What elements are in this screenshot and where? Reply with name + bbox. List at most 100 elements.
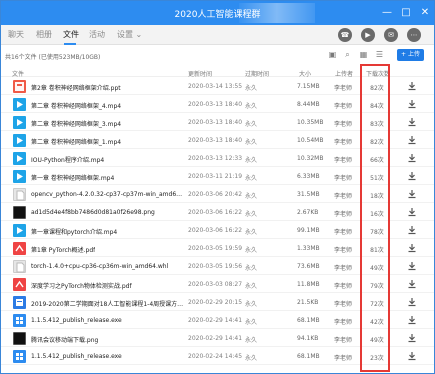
tab-bar: 聊天 相册 文件 活动 设置 ⌄ ☎ ▶ ✉ ⋯ [1, 25, 434, 45]
mp4-file-icon [13, 98, 26, 111]
file-size: 21.5KB [297, 299, 319, 306]
file-name[interactable]: 第二章 卷积神经网络框架_3.mp4 [31, 119, 121, 128]
file-name[interactable]: 2019-2020第二学期面对18人工智能课程1-4周授课方案.doc [31, 299, 184, 308]
file-updated-time: 2020-03-06 16:22 [188, 209, 243, 216]
ppt-file-icon [13, 80, 26, 93]
pdf-file-icon [13, 242, 26, 255]
file-name[interactable]: 第二章 卷积神经网络框架_1.mp4 [31, 137, 121, 146]
file-uploader: 李老师 [334, 337, 353, 344]
doc-file-icon [13, 296, 26, 309]
download-icon[interactable] [407, 207, 417, 217]
video-icon[interactable]: ▶ [361, 28, 375, 42]
file-size: 68.1MB [297, 353, 320, 360]
file-expiry: 永久 [245, 355, 258, 362]
maximize-button[interactable]: □ [398, 5, 414, 21]
file-expiry: 永久 [245, 193, 258, 200]
file-name[interactable]: 第2章 卷积神经网络框架介绍.ppt [31, 83, 121, 92]
file-uploader: 李老师 [334, 193, 353, 200]
file-size: 8.44MB [297, 101, 320, 108]
file-name[interactable]: torch-1.4.0+cpu-cp36-cp36m-win_amd64.whl [31, 263, 168, 270]
file-updated-time: 2020-03-11 21:19 [188, 173, 243, 180]
file-size: 6.33MB [297, 173, 320, 180]
file-updated-time: 2020-03-13 12:33 [188, 155, 243, 162]
download-icon[interactable] [407, 351, 417, 361]
file-name[interactable]: 1.1.5.412_publish_release.exe [31, 353, 122, 360]
file-size: 1.33MB [297, 245, 320, 252]
download-icon[interactable] [407, 225, 417, 235]
download-icon[interactable] [407, 189, 417, 199]
file-size: 99.1MB [297, 227, 320, 234]
file-name[interactable]: 第二章 卷积神经网络框架_4.mp4 [31, 101, 121, 110]
exe-file-icon [13, 350, 26, 363]
tab-activities[interactable]: 活动 [89, 29, 105, 40]
upload-button[interactable]: + 上传 [397, 49, 424, 61]
tab-files[interactable]: 文件 [63, 29, 79, 40]
file-updated-time: 2020-03-05 19:56 [188, 263, 243, 270]
file-expiry: 永久 [245, 139, 258, 146]
file-uploader: 李老师 [334, 175, 353, 182]
download-icon[interactable] [407, 99, 417, 109]
file-name[interactable]: 第一章 卷积神经网络框架.mp4 [31, 173, 114, 182]
folder-icon[interactable]: ▣ [326, 48, 339, 61]
file-uploader: 李老师 [334, 301, 353, 308]
file-name[interactable]: 腾讯会议移动端下载.png [31, 335, 98, 344]
download-icon[interactable] [407, 333, 417, 343]
file-name[interactable]: 第1章 PyTorch概述.pdf [31, 245, 95, 254]
file-size: 7.15MB [297, 83, 320, 90]
storage-summary: 共16个文件 (已使用523MB/10GB) [5, 54, 101, 61]
download-count-highlight [360, 64, 390, 372]
download-icon[interactable] [407, 81, 417, 91]
file-size: 94.1KB [297, 335, 319, 342]
file-expiry: 永久 [245, 175, 258, 182]
close-button[interactable]: ✕ [417, 5, 433, 21]
file-name[interactable]: 第一章课程和pytorch介绍.mp4 [31, 227, 117, 236]
file-updated-time: 2020-03-03 08:27 [188, 281, 243, 288]
file-updated-time: 2020-03-13 18:40 [188, 137, 243, 144]
download-icon[interactable] [407, 297, 417, 307]
download-icon[interactable] [407, 261, 417, 271]
phone-icon[interactable]: ☎ [338, 28, 352, 42]
download-icon[interactable] [407, 279, 417, 289]
file-name[interactable]: IOU-Python程序介绍.mp4 [31, 155, 104, 164]
file-size: 68.1MB [297, 317, 320, 324]
download-icon[interactable] [407, 153, 417, 163]
more-icon[interactable]: ⋯ [407, 28, 421, 42]
tab-settings[interactable]: 设置 ⌄ [117, 29, 142, 40]
search-icon[interactable]: ⌕ [341, 48, 354, 61]
file-name[interactable]: 1.1.5.412_publish_release.exe [31, 317, 122, 324]
file-name[interactable]: ad1d5d4e4f8bb7486d0d81a0f26e98.png [31, 209, 155, 216]
file-size: 10.35MB [297, 119, 324, 126]
file-uploader: 李老师 [334, 211, 353, 218]
file-name[interactable]: opencv_python-4.2.0.32-cp37-cp37m-win_am… [31, 191, 184, 198]
file-uploader: 李老师 [334, 103, 353, 110]
file-uploader: 李老师 [334, 283, 353, 290]
file-expiry: 永久 [245, 85, 258, 92]
download-icon[interactable] [407, 315, 417, 325]
exe-file-icon [13, 314, 26, 327]
grid-icon[interactable]: ▦ [357, 48, 370, 61]
tab-chat[interactable]: 聊天 [8, 29, 24, 40]
file-updated-time: 2020-02-29 14:41 [188, 317, 243, 324]
file-updated-time: 2020-03-05 19:59 [188, 245, 243, 252]
file-size: 2.67KB [297, 209, 319, 216]
chat-icon[interactable]: ✉ [384, 28, 398, 42]
download-icon[interactable] [407, 135, 417, 145]
file-expiry: 永久 [245, 247, 258, 254]
file-expiry: 永久 [245, 229, 258, 236]
download-icon[interactable] [407, 117, 417, 127]
pdf-file-icon [13, 278, 26, 291]
file-size: 10.54MB [297, 137, 324, 144]
minimize-button[interactable]: — [379, 5, 395, 21]
file-expiry: 永久 [245, 121, 258, 128]
file-manager-window: 2020人工智能课程群 — □ ✕ 聊天 相册 文件 活动 设置 ⌄ ☎ ▶ ✉… [0, 0, 435, 374]
file-name[interactable]: 深度学习之PyTorch物体检测实战.pdf [31, 281, 132, 290]
whl-file-icon [13, 188, 26, 201]
mp4-file-icon [13, 134, 26, 147]
mp4-file-icon [13, 152, 26, 165]
download-icon[interactable] [407, 243, 417, 253]
tab-album[interactable]: 相册 [36, 29, 52, 40]
window-titlebar: 2020人工智能课程群 — □ ✕ [1, 1, 434, 25]
list-icon[interactable]: ☰ [373, 48, 386, 61]
file-updated-time: 2020-03-13 18:40 [188, 101, 243, 108]
download-icon[interactable] [407, 171, 417, 181]
